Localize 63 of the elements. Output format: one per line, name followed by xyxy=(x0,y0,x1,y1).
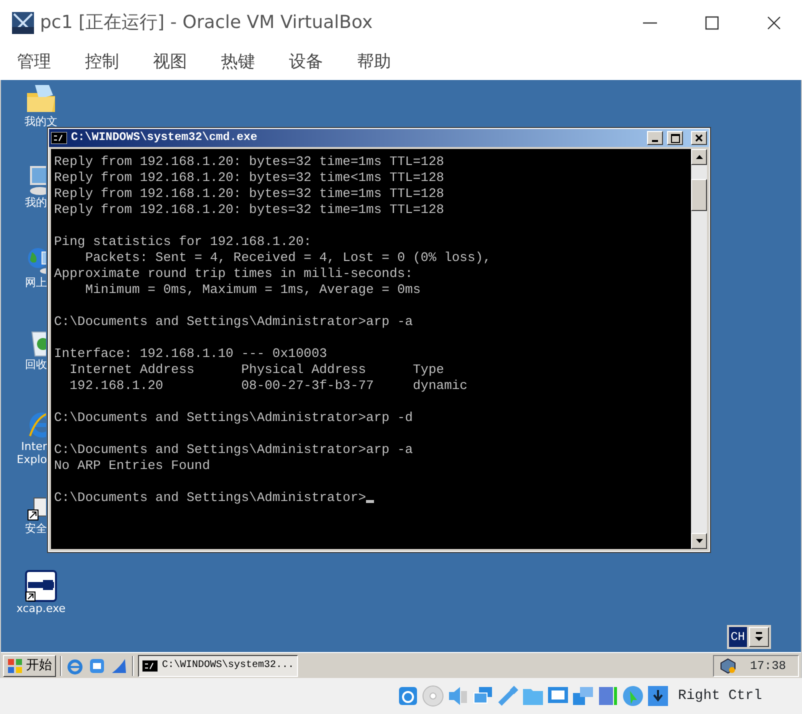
console-line: Reply from 192.168.1.20: bytes=32 time=1ms TTL=128 xyxy=(54,154,444,169)
console-line: Reply from 192.168.1.20: bytes=32 time=1ms TTL=128 xyxy=(54,186,444,201)
fin-icon[interactable] xyxy=(110,656,128,674)
keyboard-icon[interactable] xyxy=(646,685,669,707)
minimize-button[interactable] xyxy=(647,131,663,145)
console-line: Minimum = 0ms, Maximum = 1ms, Average = 0ms xyxy=(84,282,421,297)
console-line: C:\Documents and Settings\Administrator>arp -a xyxy=(54,442,413,457)
scroll-down-button[interactable] xyxy=(691,533,707,549)
maximize-button[interactable] xyxy=(667,131,683,145)
menu-item[interactable]: 热键 xyxy=(210,50,266,76)
console-line: Approximate round trip times in milli-seconds: xyxy=(54,266,413,281)
desktop-icon-label[interactable]: 回收 xyxy=(25,358,47,371)
window-title: pc1 [正在运行] - Oracle VM VirtualBox xyxy=(40,11,373,35)
maximize-icon xyxy=(705,16,719,30)
console-line: Internet Address Physical Address Type xyxy=(68,362,444,377)
console-title: C:\WINDOWS\system32\cmd.exe xyxy=(71,130,258,146)
console-line: Reply from 192.168.1.20: bytes=32 time<1ms TTL=128 xyxy=(54,170,444,185)
start-button[interactable]: 开始 xyxy=(3,654,56,676)
desktop-icon[interactable] xyxy=(25,570,57,602)
menu-item[interactable]: 帮助 xyxy=(346,50,402,76)
maximize-icon xyxy=(670,134,680,142)
caret-icon xyxy=(755,632,763,642)
console-line: Interface: 192.168.1.10 --- 0x10003 xyxy=(54,346,328,361)
console-line: Reply from 192.168.1.20: bytes=32 time=1ms TTL=128 xyxy=(54,202,444,217)
language-indicator[interactable]: CH xyxy=(728,627,747,647)
taskbar-button[interactable]: C:\WINDOWS\system32... xyxy=(138,654,298,676)
text-cursor xyxy=(366,500,374,503)
clock: 17:38 xyxy=(750,658,786,674)
vm-logo-icon xyxy=(12,12,34,34)
menu-item[interactable]: 管理 xyxy=(6,50,62,76)
console-icon xyxy=(142,660,158,672)
console-line: Ping statistics for 192.168.1.20: xyxy=(54,234,312,249)
console-line: 192.168.1.20 08-00-27-3f-b3-77 dynamic xyxy=(68,378,468,393)
language-bar-menu-button[interactable] xyxy=(749,627,769,647)
scrollbar-thumb[interactable] xyxy=(691,179,707,211)
desktop-icon-label[interactable]: 网上 xyxy=(25,276,47,289)
desktop-icon-label[interactable]: 我的 xyxy=(25,196,47,209)
optical-disc-icon[interactable] xyxy=(422,685,444,707)
desktop-icon-label[interactable]: 安全 xyxy=(25,522,47,535)
close-icon xyxy=(695,134,703,142)
down-arrow-icon xyxy=(696,539,702,543)
close-button[interactable] xyxy=(691,131,707,145)
cube-icon[interactable] xyxy=(720,658,736,674)
menu-item[interactable]: 控制 xyxy=(74,50,130,76)
menu-item[interactable]: 设备 xyxy=(278,50,334,76)
browser-icon[interactable] xyxy=(66,656,84,674)
console-line: Packets: Sent = 4, Received = 4, Lost = 0 (0% loss), xyxy=(84,250,491,265)
minimize-icon xyxy=(643,22,657,24)
desktop-icon-label[interactable]: xcap.exe xyxy=(13,602,69,615)
console-line: C:\Documents and Settings\Administrator>arp -a xyxy=(54,314,413,329)
console-line: C:\Documents and Settings\Administrator> xyxy=(54,490,366,505)
desktop-icon-label[interactable]: 我的文 xyxy=(13,115,69,128)
console-line: C:\Documents and Settings\Administrator>arp -d xyxy=(54,410,413,425)
menu-item[interactable]: 视图 xyxy=(142,50,198,76)
close-icon xyxy=(767,16,781,30)
windows-logo-icon xyxy=(7,658,23,674)
host-key-label: Right Ctrl xyxy=(678,686,762,706)
audio-icon[interactable] xyxy=(446,685,469,707)
up-arrow-icon xyxy=(696,155,702,159)
console-line: No ARP Entries Found xyxy=(54,458,210,473)
desktop-icon-label[interactable]: Inter Explo xyxy=(3,440,47,466)
scroll-up-button[interactable] xyxy=(691,149,707,165)
console-icon xyxy=(51,132,67,144)
